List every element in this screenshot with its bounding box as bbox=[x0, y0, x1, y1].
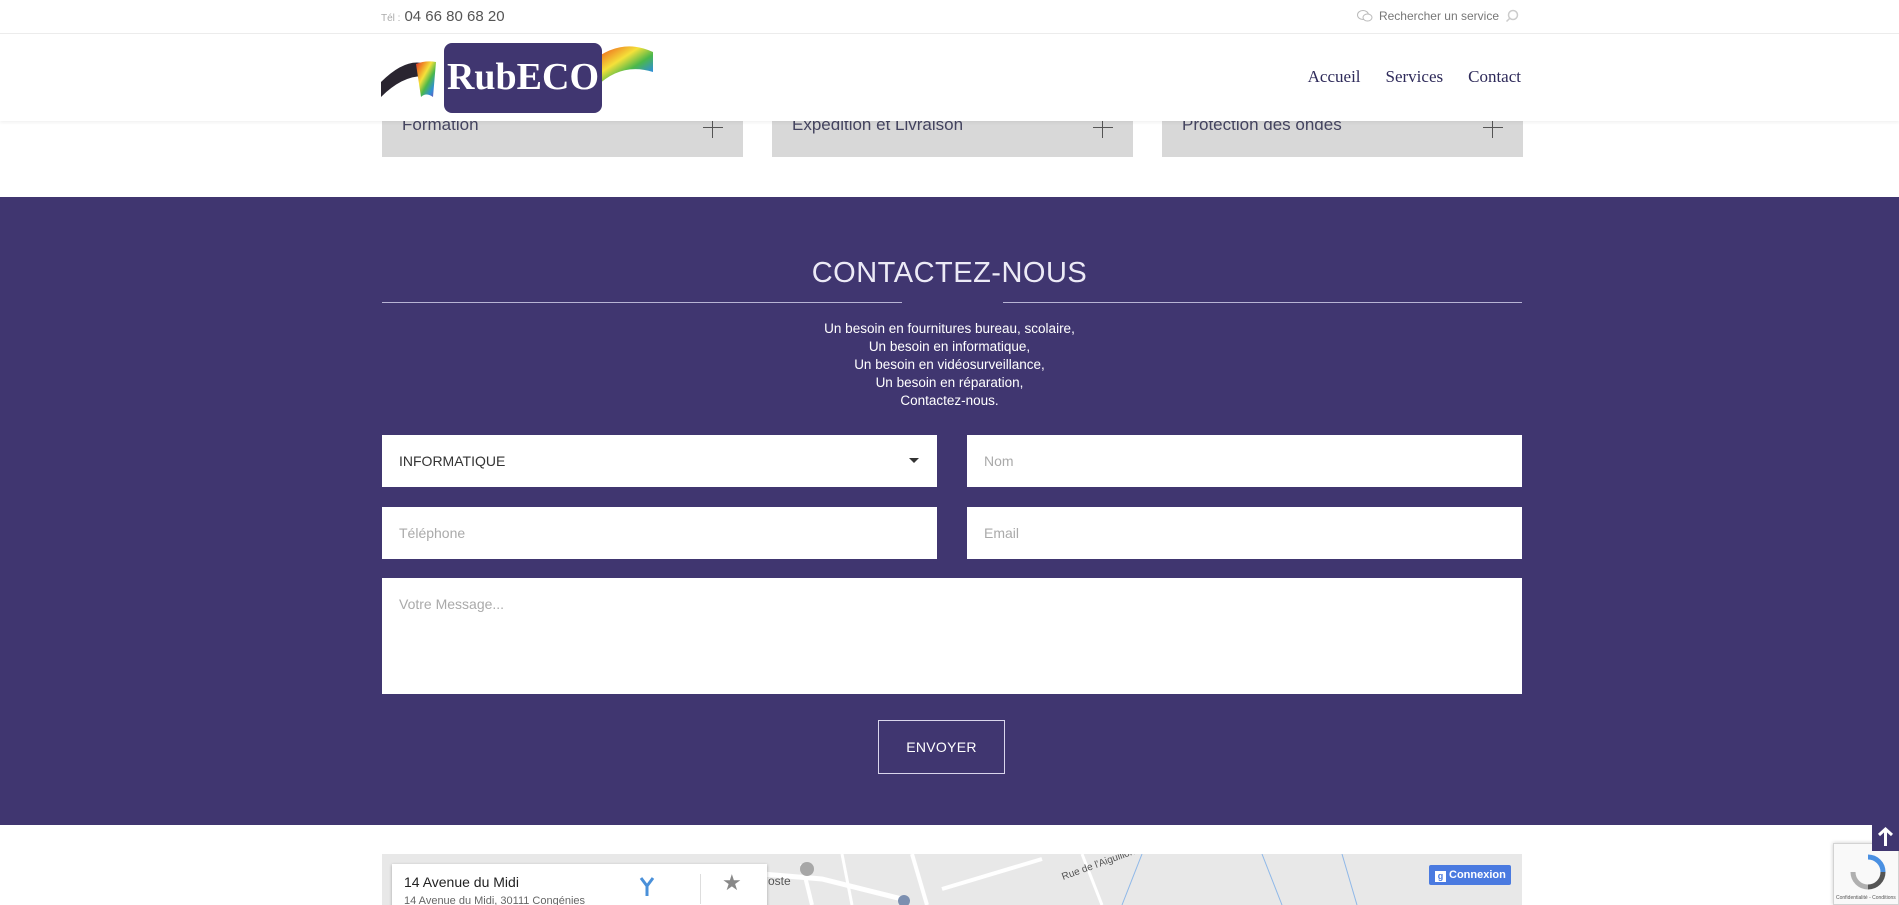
intro-line: Un besoin en informatique, bbox=[868, 339, 1031, 354]
map-address-title: 14 Avenue du Midi bbox=[404, 874, 519, 890]
email-placeholder: Email bbox=[984, 525, 1020, 541]
site-header: RubECO Accueil Services Contact bbox=[0, 35, 1899, 121]
top-bar: Tél :04 66 80 68 20 Rechercher un servic… bbox=[0, 0, 1899, 34]
connect-label: Connexion bbox=[1449, 869, 1506, 881]
intro-line: Un besoin en fournitures bureau, scolair… bbox=[824, 321, 1075, 336]
card-separator bbox=[700, 874, 701, 904]
nav-accueil[interactable]: Accueil bbox=[1308, 67, 1361, 87]
plus-icon[interactable] bbox=[1093, 118, 1113, 138]
intro-line: Un besoin en réparation, bbox=[875, 375, 1024, 390]
service-select-value: INFORMATIQUE bbox=[399, 453, 506, 469]
title-divider-right bbox=[1003, 302, 1522, 303]
contact-intro: Un besoin en fournitures bureau, scolair… bbox=[0, 320, 1899, 410]
search-service[interactable]: Rechercher un service bbox=[1356, 9, 1519, 23]
map-address-sub: 14 Avenue du Midi, 30111 Congénies bbox=[404, 895, 586, 905]
nav-contact[interactable]: Contact bbox=[1468, 67, 1521, 87]
main-nav: Accueil Services Contact bbox=[1308, 67, 1521, 87]
send-button[interactable]: ENVOYER bbox=[878, 720, 1005, 774]
caret-down-icon bbox=[909, 458, 919, 463]
intro-line: Un besoin en vidéosurveillance, bbox=[854, 357, 1045, 372]
nav-services[interactable]: Services bbox=[1386, 67, 1444, 87]
service-select[interactable]: INFORMATIQUE bbox=[382, 435, 937, 487]
rubeco-logo[interactable]: RubECO bbox=[381, 42, 653, 114]
logo-text: RubECO bbox=[447, 56, 599, 98]
google-icon: g bbox=[1435, 871, 1446, 882]
intro-line: Contactez-nous. bbox=[900, 393, 999, 408]
phone-label: Tél : bbox=[381, 13, 401, 24]
map-place-card: 14 Avenue du Midi 14 Avenue du Midi, 301… bbox=[392, 864, 767, 905]
recaptcha-badge[interactable]: Confidentialité - Conditions bbox=[1833, 843, 1899, 905]
directions-icon[interactable] bbox=[635, 874, 659, 898]
chat-bubbles-icon bbox=[1356, 10, 1373, 22]
page: Tél :04 66 80 68 20 Rechercher un servic… bbox=[0, 0, 1899, 905]
map-label-poste: oste bbox=[768, 874, 791, 888]
plus-icon[interactable] bbox=[703, 118, 723, 138]
message-placeholder: Votre Message... bbox=[399, 596, 505, 612]
recaptcha-icon bbox=[1850, 854, 1886, 890]
phone-field[interactable]: Téléphone bbox=[382, 507, 937, 559]
back-to-top-button[interactable] bbox=[1872, 824, 1899, 851]
phone-number[interactable]: 04 66 80 68 20 bbox=[404, 8, 504, 25]
recaptcha-terms[interactable]: Confidentialité - Conditions bbox=[1836, 895, 1896, 901]
title-divider-left bbox=[382, 302, 902, 303]
arrow-up-icon bbox=[1877, 826, 1894, 846]
contact-section: CONTACTEZ-NOUS Un besoin en fournitures … bbox=[0, 197, 1899, 825]
search-icon[interactable] bbox=[1505, 9, 1519, 23]
message-field[interactable]: Votre Message... bbox=[382, 578, 1522, 694]
phone-contact[interactable]: Tél :04 66 80 68 20 bbox=[381, 8, 505, 25]
google-map[interactable]: oste Rue de l'Aiguillon 14 Avenue du Mid… bbox=[382, 854, 1522, 905]
save-star-icon[interactable]: ★ bbox=[722, 870, 742, 896]
contact-title: CONTACTEZ-NOUS bbox=[811, 257, 1088, 289]
plus-icon[interactable] bbox=[1483, 118, 1503, 138]
google-connect-button[interactable]: g Connexion bbox=[1429, 865, 1511, 885]
name-placeholder: Nom bbox=[984, 453, 1014, 469]
search-label[interactable]: Rechercher un service bbox=[1379, 9, 1499, 23]
name-field[interactable]: Nom bbox=[967, 435, 1522, 487]
email-field[interactable]: Email bbox=[967, 507, 1522, 559]
phone-placeholder: Téléphone bbox=[399, 525, 466, 541]
